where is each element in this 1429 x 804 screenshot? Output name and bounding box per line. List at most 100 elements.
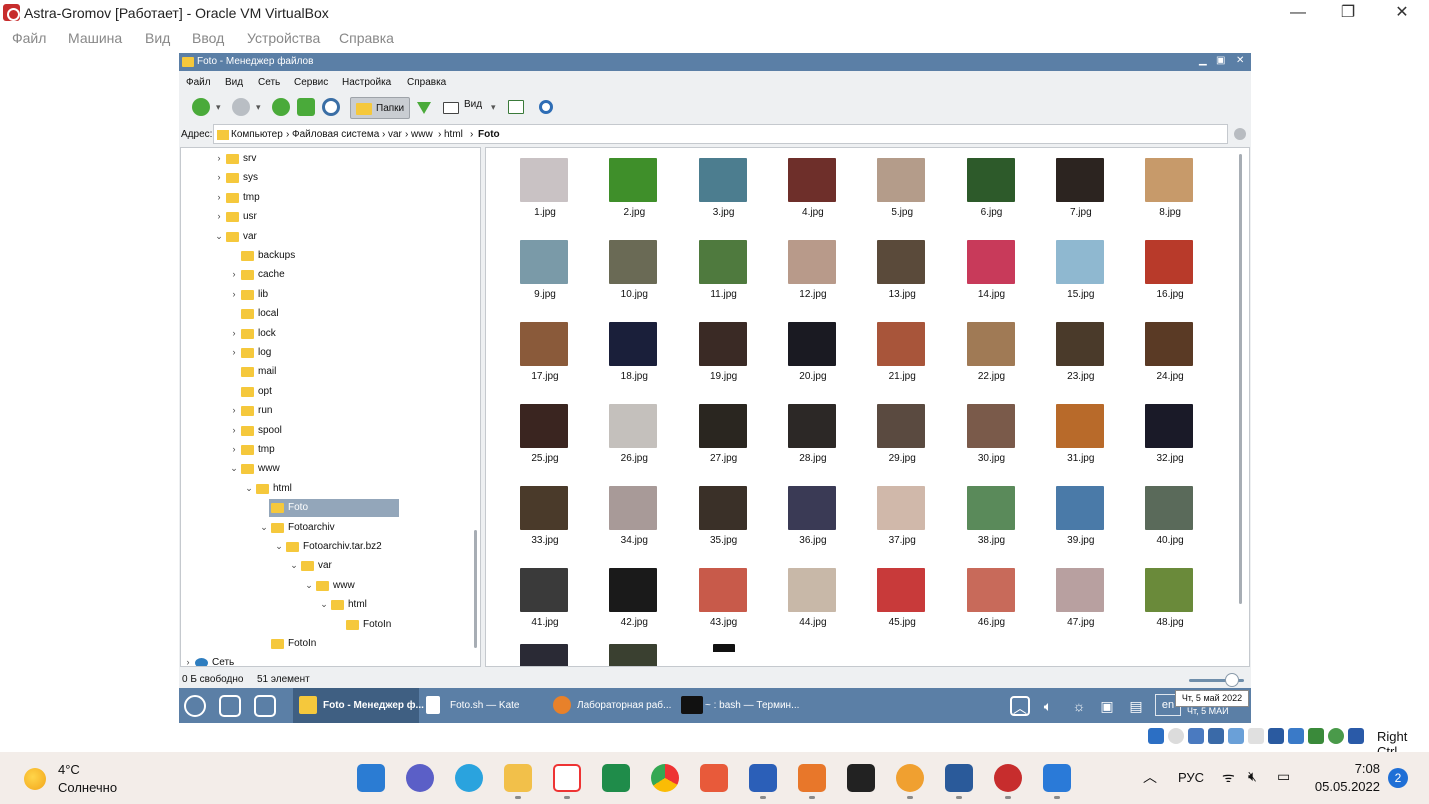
file-thumbnail[interactable]: 19.jpg	[694, 314, 754, 394]
file-thumbnail[interactable]: 41.jpg	[515, 560, 575, 640]
file-explorer-icon[interactable]	[504, 764, 532, 792]
file-thumbnail-partial[interactable]	[604, 636, 664, 666]
expand-arrow-icon[interactable]: ›	[214, 172, 224, 182]
file-thumbnail[interactable]: 36.jpg	[783, 478, 843, 558]
expand-arrow-icon[interactable]: ›	[183, 657, 193, 666]
file-thumbnail[interactable]: 13.jpg	[872, 232, 932, 312]
forward-icon[interactable]	[232, 98, 250, 116]
file-thumbnail[interactable]: 9.jpg	[515, 232, 575, 312]
expand-arrow-icon[interactable]: ›	[229, 289, 239, 299]
file-thumbnail[interactable]: 18.jpg	[604, 314, 664, 394]
task-kate[interactable]: Foto.sh — Kate	[420, 688, 550, 723]
desktop-icon[interactable]	[254, 695, 276, 717]
file-thumbnail[interactable]: 28.jpg	[783, 396, 843, 476]
file-thumbnail[interactable]: 37.jpg	[872, 478, 932, 558]
expand-arrow-icon[interactable]: ›	[229, 444, 239, 454]
expand-arrow-icon[interactable]: ›	[229, 328, 239, 338]
refresh-icon[interactable]	[322, 98, 340, 116]
file-thumbnail[interactable]: 17.jpg	[515, 314, 575, 394]
task-browser[interactable]: Лабораторная раб...	[547, 688, 677, 723]
app-icon[interactable]	[700, 764, 728, 792]
minimize-button[interactable]: —	[1275, 2, 1321, 24]
file-thumbnail[interactable]: 25.jpg	[515, 396, 575, 476]
file-thumbnail[interactable]: 15.jpg	[1051, 232, 1111, 312]
collapse-arrow-icon[interactable]: ⌄	[319, 599, 329, 610]
file-thumbnail[interactable]: 23.jpg	[1051, 314, 1111, 394]
collapse-arrow-icon[interactable]: ⌄	[289, 560, 299, 571]
notepad-icon[interactable]	[1043, 764, 1071, 792]
file-thumbnail[interactable]: 7.jpg	[1051, 150, 1111, 230]
fm-close-button[interactable]: ✕	[1236, 55, 1244, 66]
crumb-var[interactable]: var	[388, 129, 402, 140]
network-adapter-icon[interactable]	[1208, 728, 1224, 744]
folders-toggle-button[interactable]: Папки	[350, 97, 410, 119]
expand-arrow-icon[interactable]: ›	[229, 425, 239, 435]
word-icon[interactable]	[749, 764, 777, 792]
forward-dropdown-icon[interactable]: ▾	[256, 102, 261, 113]
file-thumbnail-partial[interactable]	[515, 636, 575, 666]
view-dropdown-icon[interactable]: ▾	[491, 102, 496, 113]
fm-maximize-button[interactable]: ▣	[1216, 55, 1225, 66]
fm-minimize-button[interactable]: ▁	[1199, 55, 1207, 66]
collapse-arrow-icon[interactable]: ⌄	[229, 463, 239, 474]
cpu-icon[interactable]	[1308, 728, 1324, 744]
file-thumbnail[interactable]: 46.jpg	[962, 560, 1022, 640]
collapse-arrow-icon[interactable]: ⌄	[244, 483, 254, 494]
search-icon[interactable]	[539, 100, 553, 114]
virtualbox-vm-icon[interactable]	[994, 764, 1022, 792]
collapse-arrow-icon[interactable]: ⌄	[259, 522, 269, 533]
file-thumbnail[interactable]: 21.jpg	[872, 314, 932, 394]
collapse-arrow-icon[interactable]: ⌄	[214, 231, 224, 242]
audio-icon[interactable]	[1188, 728, 1204, 744]
file-thumbnail[interactable]: 34.jpg	[604, 478, 664, 558]
excel-icon[interactable]	[602, 764, 630, 792]
optical-drive-icon[interactable]	[1168, 728, 1184, 744]
file-thumbnail[interactable]: 30.jpg	[962, 396, 1022, 476]
hdd-icon[interactable]	[1148, 728, 1164, 744]
power-icon[interactable]: ▤	[1126, 696, 1146, 716]
file-thumbnail[interactable]: 3.jpg	[694, 150, 754, 230]
host-menu-machine[interactable]: Машина	[68, 30, 122, 46]
file-thumbnail[interactable]: 12.jpg	[783, 232, 843, 312]
go-icon[interactable]	[1234, 128, 1246, 140]
sun-icon[interactable]	[24, 768, 46, 790]
volume-muted-icon[interactable]: 🔇︎	[1248, 768, 1257, 785]
expand-arrow-icon[interactable]: ›	[214, 192, 224, 202]
file-thumbnail[interactable]: 47.jpg	[1051, 560, 1111, 640]
file-thumbnail[interactable]: 32.jpg	[1140, 396, 1200, 476]
close-button[interactable]: ✕	[1379, 2, 1425, 24]
expand-arrow-icon[interactable]: ›	[214, 211, 224, 221]
file-thumbnail[interactable]: 20.jpg	[783, 314, 843, 394]
crumb-computer[interactable]: Компьютер	[231, 129, 283, 140]
host-menu-devices[interactable]: Устройства	[247, 30, 320, 46]
zoom-slider-handle[interactable]	[1225, 673, 1239, 687]
usb-icon[interactable]	[1228, 728, 1244, 744]
file-thumbnail[interactable]: 8.jpg	[1140, 150, 1200, 230]
file-thumbnail[interactable]: 44.jpg	[783, 560, 843, 640]
weather-description[interactable]: Солнечно	[58, 780, 117, 795]
filter-icon[interactable]	[417, 102, 431, 114]
file-thumbnail-partial[interactable]	[693, 636, 753, 666]
crumb-html[interactable]: html	[444, 129, 463, 140]
file-thumbnail[interactable]: 48.jpg	[1140, 560, 1200, 640]
file-thumbnail[interactable]: 38.jpg	[962, 478, 1022, 558]
fm-menu-network[interactable]: Сеть	[258, 77, 280, 88]
wifi-icon[interactable]: ᯤ	[1222, 768, 1235, 787]
fm-menu-help[interactable]: Справка	[407, 77, 446, 88]
file-thumbnail[interactable]: 10.jpg	[604, 232, 664, 312]
crumb-filesystem[interactable]: Файловая система	[292, 129, 379, 140]
collapse-arrow-icon[interactable]: ⌄	[304, 580, 314, 591]
fm-menu-view[interactable]: Вид	[225, 77, 243, 88]
clock-date[interactable]: 05.05.2022	[1310, 779, 1380, 794]
expand-arrow-icon[interactable]: ›	[229, 347, 239, 357]
collapse-arrow-icon[interactable]: ⌄	[274, 541, 284, 552]
tree-scrollbar[interactable]	[474, 530, 477, 648]
sticky-notes-icon[interactable]	[847, 764, 875, 792]
task-filemanager[interactable]: Foto - Менеджер ф...	[293, 688, 424, 723]
crumb-foto[interactable]: Foto	[478, 129, 500, 140]
back-icon[interactable]	[192, 98, 210, 116]
file-thumbnail[interactable]: 40.jpg	[1140, 478, 1200, 558]
task-terminal[interactable]: ~ : bash — Термин...	[675, 688, 815, 723]
view-button-label[interactable]: Вид	[464, 99, 482, 110]
telegram-icon[interactable]	[455, 764, 483, 792]
